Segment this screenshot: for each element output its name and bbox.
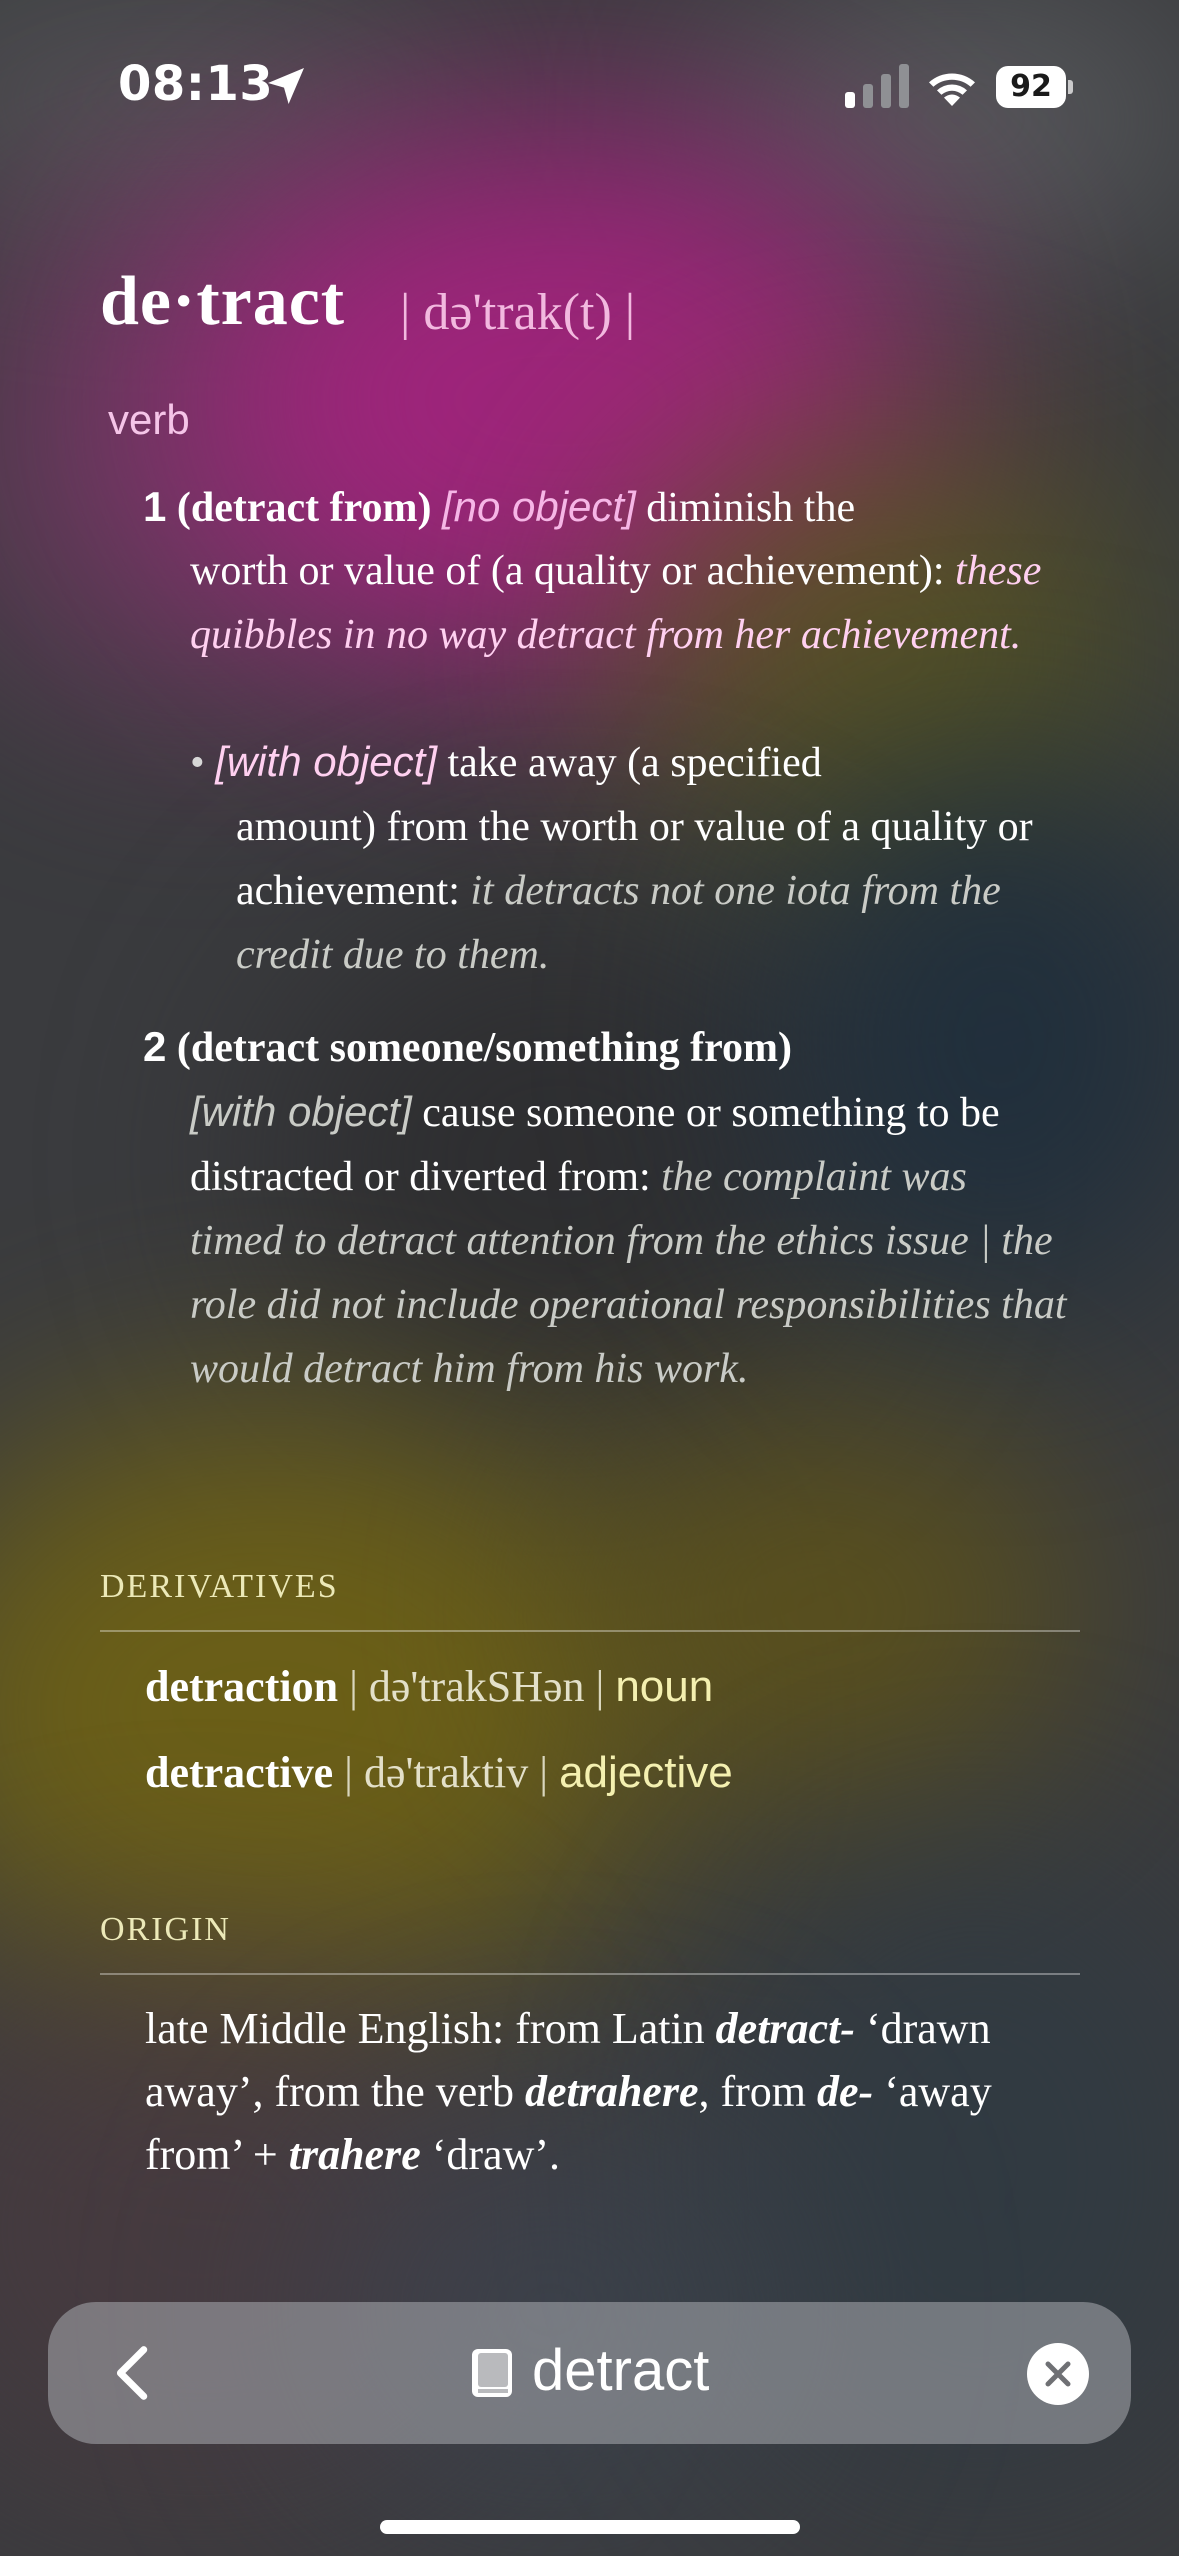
search-query[interactable]: detract xyxy=(532,2337,709,2404)
battery-icon: 92 xyxy=(996,66,1073,108)
clear-x-icon[interactable] xyxy=(1027,2343,1089,2405)
origin-title: ORIGIN xyxy=(100,1911,231,1948)
book-icon xyxy=(472,2349,512,2397)
derivative-word: detraction xyxy=(145,1662,339,1711)
sense-phrase: (detract someone/something from) xyxy=(176,1025,792,1071)
derivative-pos: adjective xyxy=(559,1748,733,1797)
location-arrow-icon xyxy=(268,68,304,104)
battery-level: 92 xyxy=(996,66,1066,108)
origin-etymon: detract- xyxy=(715,2004,855,2053)
derivative-item: detraction | də'trakSHən | noun xyxy=(145,1662,714,1711)
grammar-label: [with object] xyxy=(215,738,437,785)
origin-segment: ‘draw’. xyxy=(420,2130,560,2179)
derivatives-title: DERIVATIVES xyxy=(100,1568,339,1605)
definition-text: cause someone or xyxy=(422,1090,721,1136)
definition-text: diminish the xyxy=(646,485,856,531)
origin-segment: late Middle English: from Latin xyxy=(145,2004,716,2053)
chevron-left-icon[interactable] xyxy=(100,2338,170,2408)
grammar-label: [no object] xyxy=(441,483,636,530)
sense-2-first-line: 2 (detract someone/something from) xyxy=(143,1015,1043,1080)
sense-number: 2 xyxy=(143,1023,167,1070)
derivative-pronunciation: də'traktiv xyxy=(363,1748,529,1797)
sense-phrase: (detract from) xyxy=(176,485,432,531)
section-divider xyxy=(100,1973,1080,1975)
subsense-first-line: • [with object] take away (a specified xyxy=(190,730,1070,795)
home-indicator[interactable] xyxy=(380,2520,800,2534)
sense-1-first-line: 1 (detract from) [no object] diminish th… xyxy=(143,475,1043,540)
derivative-pronunciation: də'trakSHən xyxy=(368,1662,585,1711)
sense-number: 1 xyxy=(143,483,167,530)
definition-text: worth or value of (a quality or achievem… xyxy=(190,548,945,594)
headword: de·tract xyxy=(100,263,346,340)
pronunciation: | də'trak(t) | xyxy=(400,284,636,341)
origin-text: late Middle English: from Latin detract-… xyxy=(145,1997,1085,2186)
section-divider xyxy=(100,1630,1080,1632)
derivative-item: detractive | də'traktiv | adjective xyxy=(145,1748,733,1797)
bullet: • xyxy=(190,740,205,786)
derivative-word: detractive xyxy=(145,1748,334,1797)
grammar-label: [with object] xyxy=(190,1088,412,1135)
origin-segment: , from xyxy=(698,2067,818,2116)
origin-etymon: detrahere xyxy=(524,2067,699,2116)
status-time: 08:13 xyxy=(118,56,274,112)
sense-1-definition: worth or value of (a quality or achievem… xyxy=(190,539,1070,667)
sense-2-definition: [with object] cause someone or something… xyxy=(190,1080,1070,1401)
origin-etymon: de- xyxy=(817,2067,874,2116)
cellular-signal-icon xyxy=(845,64,909,108)
definition-text: take away (a specified xyxy=(447,740,822,786)
part-of-speech: verb xyxy=(108,396,190,443)
origin-etymon: trahere xyxy=(288,2130,421,2179)
derivative-pos: noun xyxy=(615,1662,714,1711)
subsense-definition: amount) from the worth or value of a qua… xyxy=(236,795,1076,987)
wifi-icon xyxy=(929,73,975,106)
